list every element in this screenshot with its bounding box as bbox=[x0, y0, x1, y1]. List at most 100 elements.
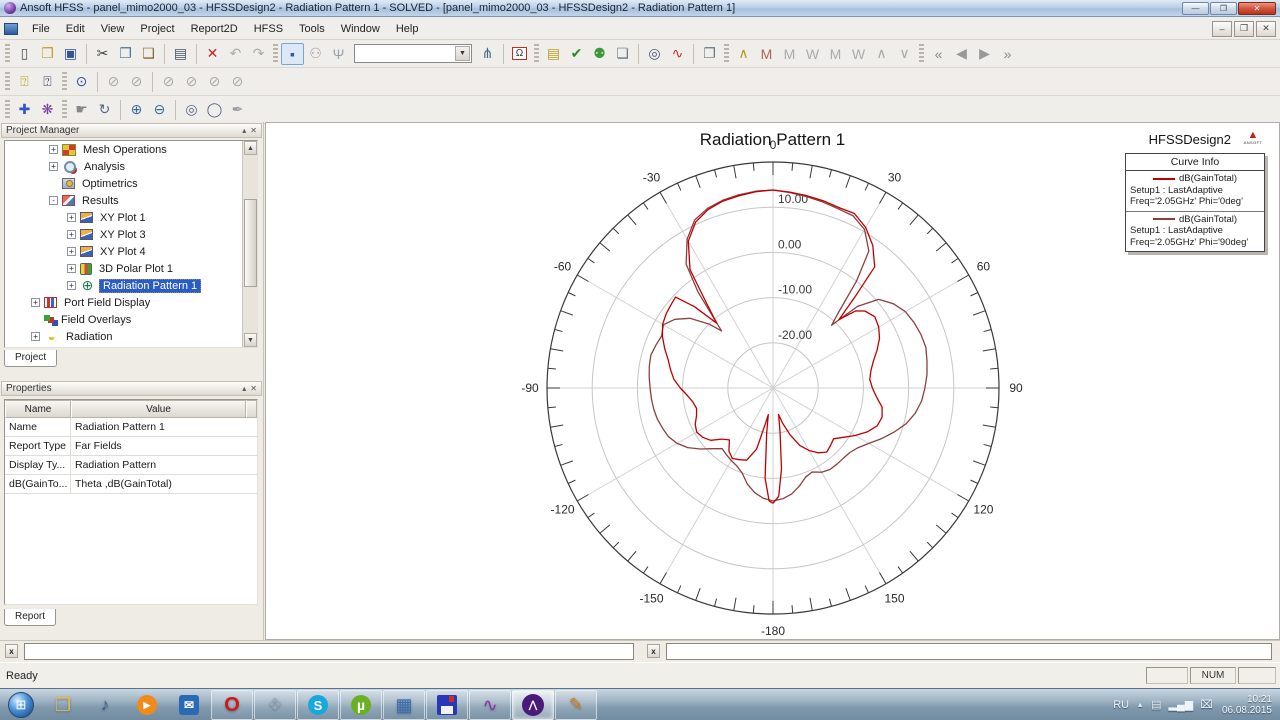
validation-check-icon[interactable]: ✔ bbox=[565, 43, 588, 65]
property-row[interactable]: dB(GainTo... Theta ,dB(GainTotal) bbox=[5, 475, 257, 494]
create-report-icon[interactable]: ∿ bbox=[666, 43, 689, 65]
tree-item-3d-polar-plot-1[interactable]: +3D Polar Plot 1 bbox=[5, 260, 257, 277]
volume-icon[interactable]: ♪ bbox=[84, 690, 126, 720]
property-value[interactable]: Far Fields bbox=[71, 437, 257, 455]
mdi-close-button[interactable]: ✕ bbox=[1256, 20, 1276, 37]
paste-icon[interactable]: ❑ bbox=[137, 43, 160, 65]
tray-keyboard-icon[interactable]: ▤ bbox=[1151, 698, 1161, 711]
tab-project[interactable]: Project bbox=[4, 350, 58, 367]
property-value[interactable]: Theta ,dB(GainTotal) bbox=[71, 475, 257, 493]
tree-item-xy-plot-3[interactable]: + XY Plot 3 bbox=[5, 226, 257, 243]
wave-tool-6-icon[interactable]: W bbox=[847, 43, 870, 65]
mdi-minimize-button[interactable]: – bbox=[1212, 20, 1232, 37]
close-message-icon[interactable]: x bbox=[647, 644, 660, 658]
close-message-icon[interactable]: x bbox=[5, 644, 18, 658]
material-combobox[interactable]: ▼ bbox=[354, 44, 472, 63]
message-field-right[interactable] bbox=[666, 643, 1272, 660]
print-icon[interactable]: ▤ bbox=[169, 43, 192, 65]
message-field-left[interactable] bbox=[24, 643, 634, 660]
show-selection-icon[interactable]: ⊘ bbox=[125, 71, 148, 93]
tree-item-xy-plot-4[interactable]: + XY Plot 4 bbox=[5, 243, 257, 260]
tree-expander-icon[interactable]: + bbox=[67, 213, 76, 222]
panel-collapse-icon[interactable]: ▴ bbox=[242, 384, 246, 393]
visibility-2-icon[interactable]: ⊘ bbox=[180, 71, 203, 93]
radiation-pattern-plot-window[interactable]: 10.00 0.00 -10.00 -20.00 0 30 60 90 120 150 -180 -1… bbox=[265, 122, 1280, 640]
open-file-icon[interactable]: ❒ bbox=[36, 43, 59, 65]
new-file-icon[interactable]: ▯ bbox=[13, 43, 36, 65]
tree-item-port-field-display[interactable]: + Port Field Display bbox=[5, 294, 257, 311]
tree-item-optimetrics[interactable]: Optimetrics bbox=[5, 175, 257, 192]
scroll-thumb[interactable] bbox=[244, 199, 257, 287]
toolbar-grip[interactable] bbox=[5, 71, 10, 92]
tree-expander-icon[interactable]: + bbox=[31, 298, 40, 307]
context-help-icon[interactable]: ⍰ bbox=[36, 71, 59, 93]
solution-data-icon[interactable]: Ω bbox=[508, 43, 531, 65]
analyze-icon[interactable]: ⚉ bbox=[588, 43, 611, 65]
start-button[interactable]: ⊞ bbox=[0, 690, 42, 720]
panel-close-icon[interactable]: ✕ bbox=[250, 126, 257, 135]
copy-icon[interactable]: ❐ bbox=[114, 43, 137, 65]
redo-icon[interactable]: ↷ bbox=[247, 43, 270, 65]
tree-item-results[interactable]: - Results bbox=[5, 192, 257, 209]
tree-expander-icon[interactable]: + bbox=[67, 264, 76, 273]
wave-tool-1-icon[interactable]: ∧ bbox=[732, 43, 755, 65]
tree-expander-icon[interactable]: + bbox=[49, 162, 58, 171]
cut-icon[interactable]: ✂ bbox=[91, 43, 114, 65]
toolbar-grip[interactable] bbox=[62, 99, 67, 120]
utorrent-icon[interactable]: µ bbox=[340, 690, 382, 720]
menu-file[interactable]: File bbox=[24, 20, 58, 38]
mail-icon[interactable]: ✉ bbox=[168, 690, 210, 720]
wave-tool-2-icon[interactable]: M bbox=[755, 43, 778, 65]
minimize-button[interactable]: — bbox=[1182, 1, 1209, 15]
skype-icon[interactable]: S bbox=[297, 690, 339, 720]
rotate-view-icon[interactable]: ↻ bbox=[93, 99, 116, 121]
dropdown-arrow-icon[interactable]: ▼ bbox=[455, 46, 470, 61]
validate-icon[interactable]: ▤ bbox=[542, 43, 565, 65]
delete-icon[interactable]: ✕ bbox=[201, 43, 224, 65]
toolbar-grip[interactable] bbox=[62, 71, 67, 92]
menu-project[interactable]: Project bbox=[132, 20, 182, 38]
language-indicator[interactable]: RU bbox=[1113, 699, 1129, 711]
ansoft-hfss-icon[interactable]: ⋀ bbox=[512, 690, 554, 720]
tray-signal-icon[interactable]: ▂▄▆ bbox=[1169, 698, 1194, 711]
visibility-3-icon[interactable]: ⊘ bbox=[203, 71, 226, 93]
tree-item-analysis[interactable]: + Analysis bbox=[5, 158, 257, 175]
tree-expander-icon[interactable]: + bbox=[67, 230, 76, 239]
tree-item-xy-plot-1[interactable]: + XY Plot 1 bbox=[5, 209, 257, 226]
explorer-icon[interactable]: ❒ bbox=[42, 690, 84, 720]
save-icon[interactable]: ▣ bbox=[59, 43, 82, 65]
property-row[interactable]: Report Type Far Fields bbox=[5, 437, 257, 456]
tree-item-mesh-operations[interactable]: + Mesh Operations bbox=[5, 141, 257, 158]
show-all-icon[interactable]: ⊙ bbox=[70, 71, 93, 93]
toolbar-grip[interactable] bbox=[534, 43, 539, 64]
select-face-icon[interactable]: ⚇ bbox=[304, 43, 327, 65]
tree-expander-icon[interactable]: - bbox=[49, 196, 58, 205]
previous-icon[interactable]: ◀ bbox=[950, 43, 973, 65]
orient-icon[interactable]: ✒ bbox=[226, 99, 249, 121]
tree-scrollbar[interactable]: ▲ ▼ bbox=[242, 141, 257, 347]
panel-collapse-icon[interactable]: ▴ bbox=[242, 126, 246, 135]
property-value[interactable]: Radiation Pattern 1 bbox=[71, 418, 257, 436]
toolbar-grip[interactable] bbox=[273, 43, 278, 64]
fit-all-icon[interactable]: ◎ bbox=[180, 99, 203, 121]
model-tree-icon[interactable]: ⋔ bbox=[476, 43, 499, 65]
menu-edit[interactable]: Edit bbox=[58, 20, 93, 38]
analysis-setup-icon[interactable]: ❏ bbox=[611, 43, 634, 65]
menu-hfss[interactable]: HFSS bbox=[246, 20, 291, 38]
zoom-in-icon[interactable]: ⊕ bbox=[125, 99, 148, 121]
hide-selection-icon[interactable]: ⊘ bbox=[102, 71, 125, 93]
boolean-split-icon[interactable]: Ψ bbox=[327, 43, 350, 65]
wave-tool-8-icon[interactable]: ∨ bbox=[893, 43, 916, 65]
pan-icon[interactable]: ☛ bbox=[70, 99, 93, 121]
utility-icon[interactable]: ❖ bbox=[254, 690, 296, 720]
undo-icon[interactable]: ↶ bbox=[224, 43, 247, 65]
wave-tool-3-icon[interactable]: M bbox=[778, 43, 801, 65]
property-row[interactable]: Name Radiation Pattern 1 bbox=[5, 418, 257, 437]
copy-report-icon[interactable]: ❐ bbox=[698, 43, 721, 65]
help-topics-icon[interactable]: ⍰ bbox=[13, 71, 36, 93]
first-icon[interactable]: « bbox=[927, 43, 950, 65]
menu-report2d[interactable]: Report2D bbox=[183, 20, 246, 38]
toolbar-grip[interactable] bbox=[5, 43, 10, 64]
move-icon[interactable]: ✚ bbox=[13, 99, 36, 121]
curve-info-legend[interactable]: Curve Info dB(GainTotal) Setup1 : LastAda… bbox=[1125, 153, 1265, 252]
